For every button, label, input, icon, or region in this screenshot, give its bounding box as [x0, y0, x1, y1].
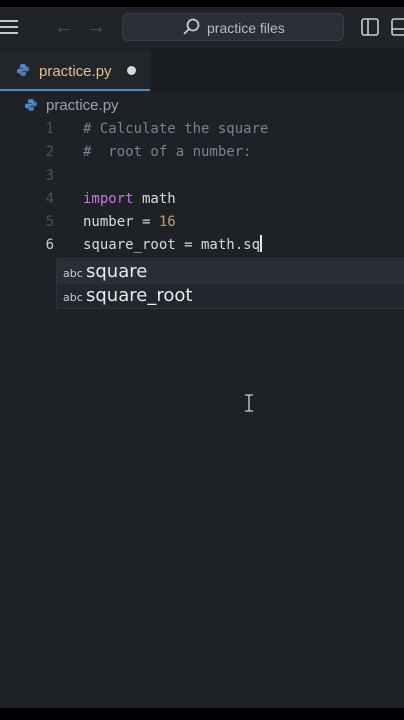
plain-token: square_root = math.sq [83, 237, 261, 253]
code-text: # root of a number: [83, 141, 252, 164]
text-caret [260, 235, 263, 252]
comment-token: # root of a number: [83, 144, 252, 160]
panel-icon[interactable] [391, 18, 404, 36]
code-line[interactable]: 3 [0, 165, 404, 188]
line-number: 4 [45, 191, 54, 207]
letterbox-top [0, 0, 404, 7]
title-bar: ← → practice files [0, 7, 404, 50]
python-file-icon [25, 99, 37, 111]
plain-token: math [133, 191, 176, 207]
search-text: practice files [207, 20, 285, 36]
command-center-search[interactable]: practice files [122, 13, 344, 41]
breadcrumb: practice.py [0, 92, 404, 118]
search-icon [183, 18, 200, 35]
tab-bar: practice.py [0, 50, 404, 91]
layout-icon[interactable] [361, 18, 379, 36]
code-line[interactable]: 4 import math [0, 188, 404, 211]
suggestion-label: square [86, 261, 148, 282]
back-arrow-icon[interactable]: ← [54, 17, 74, 37]
code-line[interactable]: 5 number = 16 [0, 211, 404, 234]
code-text: # Calculate the square [83, 118, 268, 141]
tab-label: practice.py [39, 63, 112, 80]
text-kind-icon: abc [63, 291, 83, 304]
tab-practice-py[interactable]: practice.py [0, 50, 150, 91]
vscode-window: ← → practice files practice.py practice.… [0, 0, 404, 720]
suggestion-item[interactable]: abc square [57, 260, 404, 284]
code-text: import math [83, 188, 176, 211]
line-number: 1 [45, 121, 54, 137]
line-number: 2 [45, 144, 54, 160]
line-number: 5 [45, 214, 54, 230]
plain-token: number = [83, 214, 159, 230]
suggestion-item[interactable]: abc square_root [57, 284, 404, 308]
comment-token: # Calculate the square [83, 121, 269, 137]
suggestion-label: square_root [86, 285, 193, 306]
code-line[interactable]: 2 # root of a number: [0, 141, 404, 164]
forward-arrow-icon[interactable]: → [86, 17, 106, 37]
unsaved-dot-icon[interactable] [127, 66, 136, 75]
code-text: number = 16 [83, 211, 176, 234]
code-line[interactable]: 6 square_root = math.sq [0, 234, 404, 257]
menu-icon[interactable] [0, 20, 18, 36]
line-number: 6 [45, 237, 54, 253]
code-text: square_root = math.sq [83, 234, 263, 257]
number-token: 16 [158, 214, 176, 230]
text-cursor-icon [245, 394, 253, 412]
letterbox-bottom [0, 708, 404, 720]
line-number: 3 [45, 168, 54, 184]
suggest-widget: abc square abc square_root [56, 258, 404, 309]
text-kind-icon: abc [63, 267, 83, 280]
keyword-token: import [83, 191, 134, 207]
code-line[interactable]: 1 # Calculate the square [0, 118, 404, 141]
python-file-icon [17, 64, 29, 76]
breadcrumb-file[interactable]: practice.py [46, 97, 119, 114]
code-editor[interactable]: 1 # Calculate the square 2 # root of a numb… [0, 118, 404, 708]
